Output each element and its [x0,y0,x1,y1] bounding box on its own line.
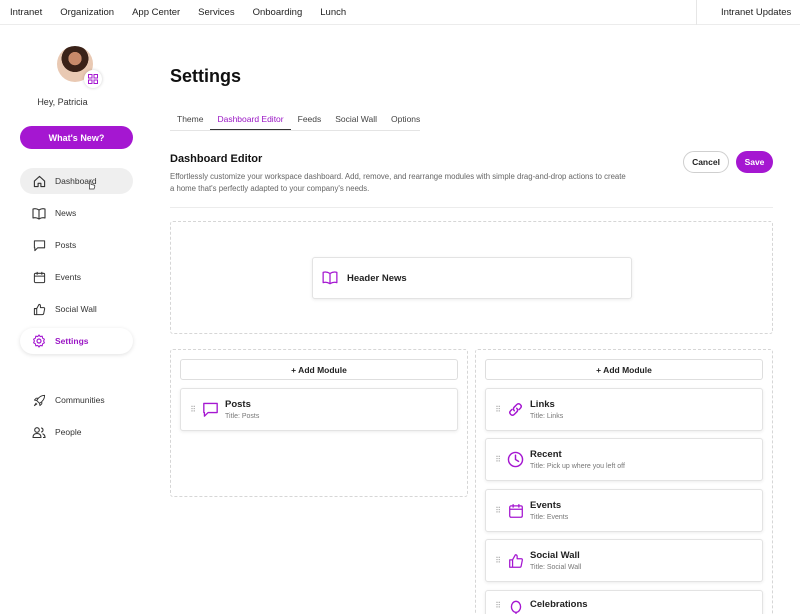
tab-options[interactable]: Options [384,108,427,130]
drag-handle-icon[interactable]: ⠿ [495,602,501,610]
add-module-button-right[interactable]: + Add Module [485,359,763,380]
drag-handle-icon[interactable]: ⠿ [495,406,501,414]
sidebar-item-people[interactable]: People [20,419,133,445]
sidebar-item-label: People [55,427,82,437]
sidebar-item-news[interactable]: News [20,200,133,226]
sidebar-item-label: Communities [55,395,105,405]
sidebar-item-label: Social Wall [55,304,97,314]
page-title: Settings [170,66,242,86]
sidebar-item-label: Posts [55,240,77,250]
module-celebrations[interactable]: ⠿ Celebrations [485,590,763,614]
greeting: Hey, Patricia [37,97,88,107]
top-nav-items: Intranet Organization App Center Service… [10,7,346,18]
sidebar-item-posts[interactable]: Posts [20,232,133,258]
module-name: Links [530,399,555,410]
module-name: Posts [225,399,251,410]
module-name: Celebrations [530,599,588,610]
module-recent[interactable]: ⠿ Recent Title: Pick up where you left o… [485,438,763,481]
section-title: Dashboard Editor [170,153,263,165]
calendar-icon [507,502,524,519]
sidebar-item-dashboard[interactable]: Dashboard [20,168,133,194]
module-name: Events [530,500,562,511]
gear-icon [32,334,46,348]
module-subtitle: Title: Pick up where you left off [530,463,625,470]
top-nav-intranet[interactable]: Intranet [10,7,42,18]
chat-icon [32,238,46,252]
whats-new-button[interactable]: What's New? [20,126,133,149]
module-social-wall[interactable]: ⠿ Social Wall Title: Social Wall [485,539,763,582]
save-button[interactable]: Save [736,151,773,173]
cancel-button[interactable]: Cancel [683,151,729,173]
module-name: Social Wall [530,550,580,561]
section-divider [170,207,773,208]
header-news-module[interactable]: Header News [312,257,632,299]
module-links[interactable]: ⠿ Links Title: Links [485,388,763,431]
tabs-underline [170,130,420,131]
section-description: Effortlessly customize your workspace da… [170,172,626,193]
clock-icon [507,451,524,468]
cursor-pointer-icon [87,179,96,190]
module-subtitle: Title: Links [530,413,564,420]
top-navigation: Intranet Organization App Center Service… [0,0,800,25]
home-icon [32,174,46,188]
tab-theme[interactable]: Theme [170,108,210,130]
tab-dashboard-editor[interactable]: Dashboard Editor [210,108,291,130]
sidebar-item-communities[interactable]: Communities [20,387,133,413]
sidebar-item-social-wall[interactable]: Social Wall [20,296,133,322]
module-subtitle: Title: Social Wall [530,564,582,571]
drag-handle-icon[interactable]: ⠿ [190,406,196,414]
balloon-icon [507,599,524,614]
sidebar-item-label: Settings [55,336,89,346]
module-subtitle: Title: Posts [225,413,260,420]
calendar-icon [32,270,46,284]
top-nav-onboarding[interactable]: Onboarding [253,7,303,18]
people-icon [32,425,46,439]
module-posts[interactable]: ⠿ Posts Title: Posts [180,388,458,431]
module-name: Header News [347,272,407,284]
add-module-button-left[interactable]: + Add Module [180,359,458,380]
drag-handle-icon[interactable]: ⠿ [495,507,501,515]
top-nav-divider [696,0,697,25]
module-events[interactable]: ⠿ Events Title: Events [485,489,763,532]
settings-tabs: Theme Dashboard Editor Feeds Social Wall… [170,108,427,130]
top-nav-app-center[interactable]: App Center [132,7,180,18]
grid-icon [88,74,98,84]
sidebar-item-settings[interactable]: Settings [20,328,133,354]
sidebar-item-label: News [55,208,77,218]
top-nav-services[interactable]: Services [198,7,234,18]
module-name: Recent [530,449,562,460]
link-icon [507,401,524,418]
top-nav-lunch[interactable]: Lunch [320,7,346,18]
tab-social-wall[interactable]: Social Wall [328,108,384,130]
intranet-updates-link[interactable]: Intranet Updates [721,7,791,18]
top-nav-organization[interactable]: Organization [60,7,114,18]
drag-handle-icon[interactable]: ⠿ [495,456,501,464]
apps-badge[interactable] [84,70,102,88]
sidebar: Hey, Patricia What's New? Dashboard News… [0,26,150,614]
thumbs-up-icon [507,552,524,569]
module-subtitle: Title: Events [530,514,569,521]
rocket-icon [32,393,46,407]
tab-feeds[interactable]: Feeds [291,108,329,130]
chat-icon [202,401,219,418]
book-icon [322,270,338,286]
book-icon [32,206,46,220]
sidebar-item-events[interactable]: Events [20,264,133,290]
sidebar-item-label: Events [55,272,81,282]
drag-handle-icon[interactable]: ⠿ [495,557,501,565]
thumbs-up-icon [32,302,46,316]
